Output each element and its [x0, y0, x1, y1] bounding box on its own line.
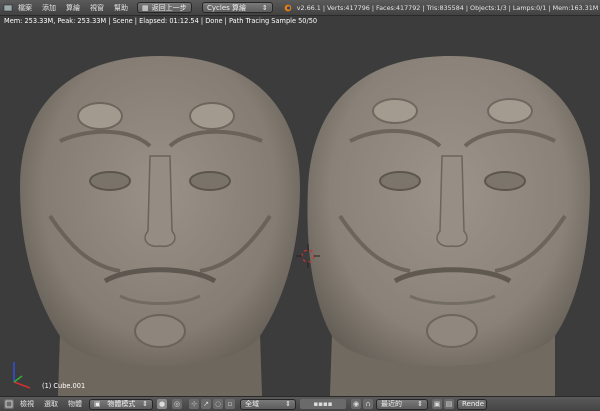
scale-icon[interactable]: ▫ [225, 399, 235, 409]
mode-select[interactable]: ▣ 物體模式 ⇕ [89, 398, 153, 410]
render-button[interactable]: Rende [457, 398, 487, 410]
snap-element-select[interactable]: 最近的 ⇕ [376, 398, 428, 410]
menu-add[interactable]: 添加 [42, 3, 56, 13]
editor-type-icon[interactable] [3, 3, 13, 13]
editor-type-icon[interactable] [4, 399, 14, 409]
active-object-label: (1) Cube.001 [42, 382, 86, 390]
layers-icon[interactable]: ▪▪▪▪ [300, 399, 346, 409]
menu-help[interactable]: 幫助 [114, 3, 128, 13]
axis-gizmo-icon [13, 362, 31, 389]
menu-window[interactable]: 視窗 [90, 3, 104, 13]
sculpt-left [20, 56, 300, 396]
chevron-updown-icon: ⇕ [285, 400, 291, 408]
menu-view[interactable]: 檢視 [20, 399, 34, 409]
proportional-edit-icon[interactable]: ◉ [351, 399, 361, 409]
manipulator-icon[interactable]: ⊹ [189, 399, 199, 409]
translate-icon[interactable]: ↗ [201, 399, 211, 409]
chevron-updown-icon: ⇕ [142, 400, 148, 408]
undo-button[interactable]: ▦ 返回上一步 [137, 2, 193, 13]
sculpt-right [307, 56, 590, 396]
render-icon[interactable]: ▣ [432, 399, 442, 409]
render-status-bar: Mem: 253.33M, Peak: 253.33M | Scene | El… [0, 16, 600, 28]
shading-icon[interactable]: ● [157, 399, 167, 409]
pivot-icon[interactable]: ◎ [172, 399, 182, 409]
menu-object[interactable]: 物體 [68, 399, 82, 409]
chevron-updown-icon: ⇕ [261, 3, 268, 12]
blender-logo-icon [283, 3, 293, 13]
render-engine-select[interactable]: Cycles 算繪 ⇕ [202, 2, 273, 13]
menu-render[interactable]: 算繪 [66, 3, 80, 13]
transform-orientation-select[interactable]: 全域 ⇕ [240, 398, 296, 410]
render-anim-icon[interactable]: ▤ [444, 399, 454, 409]
snap-icon[interactable]: ∩ [363, 399, 373, 409]
chevron-updown-icon: ⇕ [417, 400, 423, 408]
menu-select[interactable]: 選取 [44, 399, 58, 409]
info-header: 檔案 添加 算繪 視窗 幫助 ▦ 返回上一步 Cycles 算繪 ⇕ v2.66… [0, 0, 600, 16]
3d-viewport[interactable]: Mem: 253.33M, Peak: 253.33M | Scene | El… [0, 16, 600, 396]
screen-icon: ▦ [142, 3, 149, 12]
scene-stats: v2.66.1 | Verts:417796 | Faces:417792 | … [296, 3, 600, 12]
rotate-icon[interactable]: ◌ [213, 399, 223, 409]
menu-file[interactable]: 檔案 [18, 3, 32, 13]
viewport-header: 檢視 選取 物體 ▣ 物體模式 ⇕ ● ◎ ⊹ ↗ ◌ ▫ 全域 ⇕ ▪▪▪▪ … [0, 396, 600, 411]
cube-icon: ▣ [94, 400, 101, 408]
render-status-text: Mem: 253.33M, Peak: 253.33M | Scene | El… [4, 17, 318, 25]
